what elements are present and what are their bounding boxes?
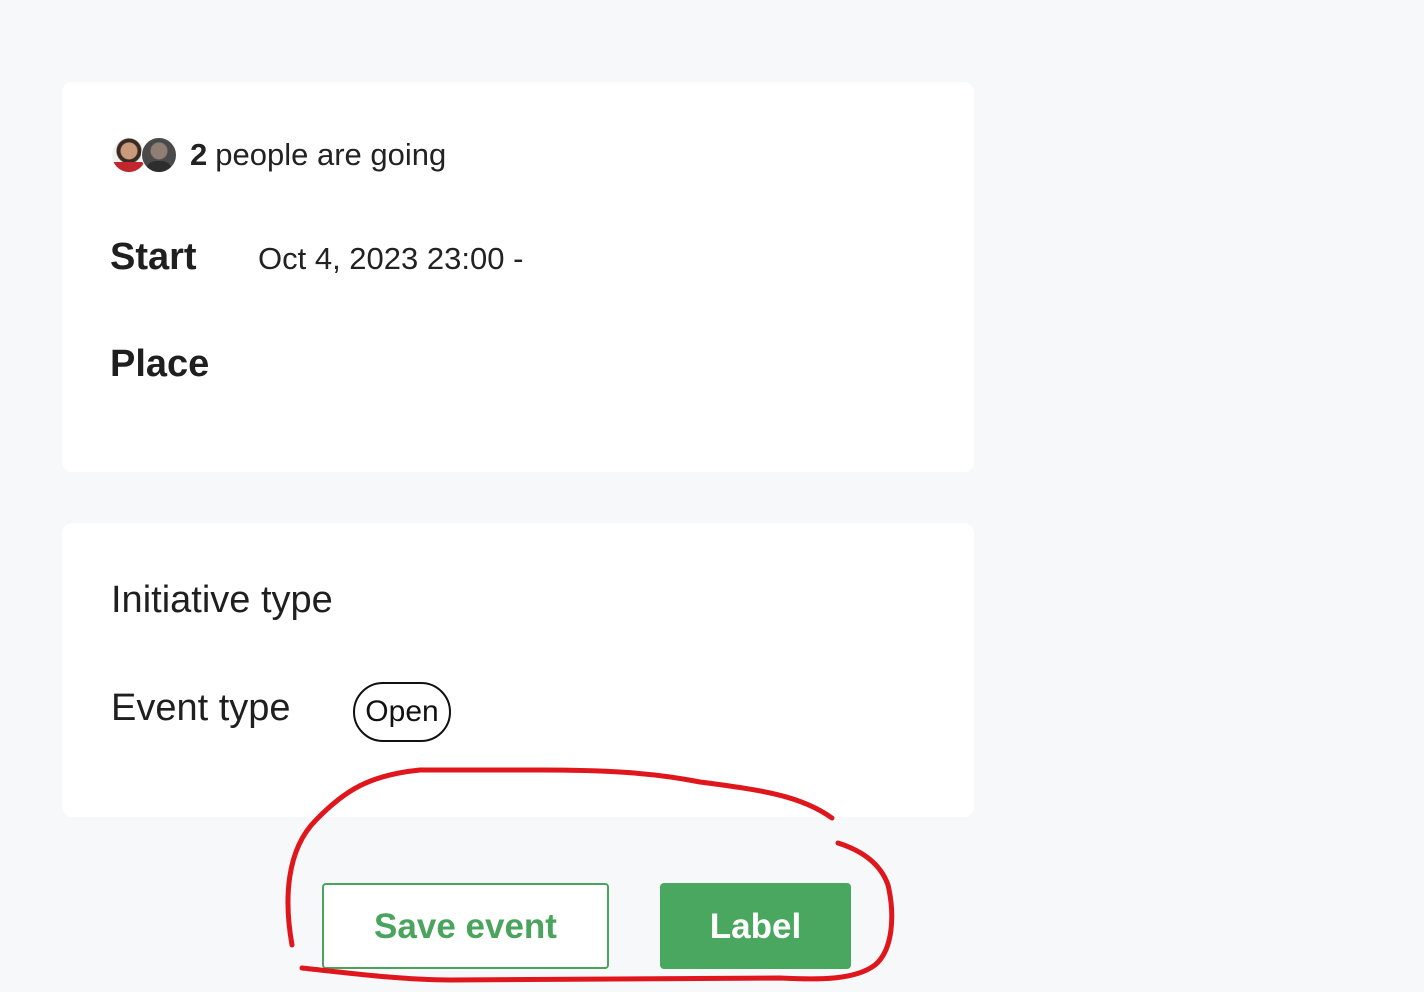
start-label: Start <box>110 236 197 278</box>
attendees-label: people are going <box>215 137 447 172</box>
start-value: Oct 4, 2023 23:00 - <box>258 241 524 276</box>
label-button[interactable]: Label <box>660 883 851 969</box>
save-event-button[interactable]: Save event <box>322 883 609 969</box>
attendees-text: 2 people are going <box>190 136 446 174</box>
event-types-card <box>62 523 974 817</box>
place-label: Place <box>110 343 210 385</box>
event-type-chip[interactable]: Open <box>353 682 451 742</box>
avatar-stack <box>111 136 179 174</box>
attendees-count: 2 <box>190 137 208 172</box>
event-type-label: Event type <box>111 687 291 729</box>
attendees-summary: 2 people are going <box>111 136 446 174</box>
avatar[interactable] <box>141 137 177 173</box>
initiative-type-label: Initiative type <box>111 579 333 621</box>
